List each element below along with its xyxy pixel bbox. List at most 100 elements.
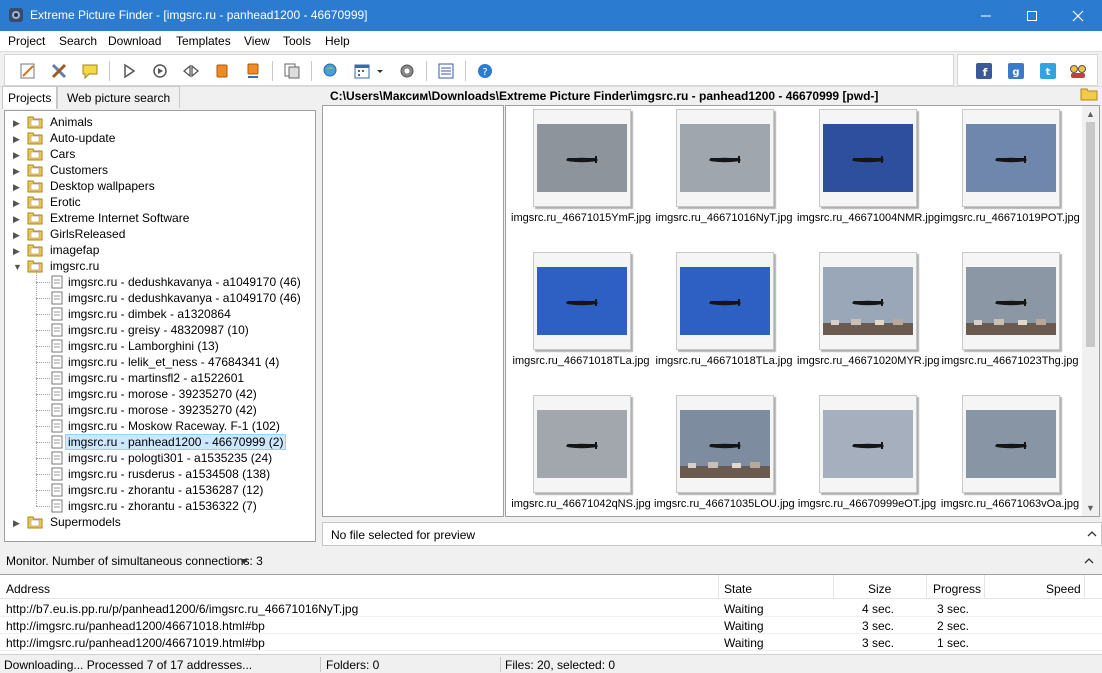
open-folder-icon[interactable] [1080,87,1098,101]
tools-icon[interactable] [49,61,69,81]
folder-list-pane[interactable] [322,105,504,517]
col-state[interactable]: State [724,582,752,596]
tree-folder[interactable]: ▶ Cars [5,146,305,162]
tree-folder[interactable]: ▶ GirlsReleased [5,226,305,242]
tree-project[interactable]: imgsrc.ru - lelik_et_ness - 47684341 (4) [5,354,305,370]
settings-icon[interactable] [397,61,417,81]
scroll-up-icon[interactable]: ▲ [1082,106,1099,122]
tree-project[interactable]: imgsrc.ru - zhorantu - a1536322 (7) [5,498,305,514]
menu-help[interactable]: Help [325,34,350,48]
download-row[interactable]: http://b7.eu.is.pp.ru/p/panhead1200/6/im… [0,600,1102,617]
close-button[interactable] [1055,0,1101,31]
web-search-icon[interactable] [321,61,341,81]
community-icon[interactable] [1069,62,1087,80]
tree-project[interactable]: imgsrc.ru - panhead1200 - 46670999 (2) [5,434,305,450]
tree-project[interactable]: imgsrc.ru - greisy - 48320987 (10) [5,322,305,338]
preview-collapse-icon[interactable] [1087,529,1097,539]
thumbnail-frame[interactable] [819,395,917,493]
expand-icon[interactable]: ▶ [13,198,20,209]
tree-folder[interactable]: ▶ Desktop wallpapers [5,178,305,194]
calendar-dropdown-icon[interactable] [375,61,385,81]
tree-project[interactable]: imgsrc.ru - rusderus - a1534508 (138) [5,466,305,482]
comment-icon[interactable] [80,61,100,81]
thumbnail-scrollbar[interactable]: ▲ ▼ [1082,106,1099,516]
menu-download[interactable]: Download [108,34,161,48]
tree-project[interactable]: imgsrc.ru - dimbek - a1320864 [5,306,305,322]
tree-folder[interactable]: ▶ imagefap [5,242,305,258]
list-icon[interactable] [436,61,456,81]
col-progress[interactable]: Progress [933,582,981,596]
calendar-icon[interactable] [352,61,372,81]
thumbnail-item[interactable]: imgsrc.ru_46671020MYR.jpg [797,252,939,392]
menu-search[interactable]: Search [59,34,97,48]
expand-icon[interactable]: ▶ [13,182,20,193]
tree-project[interactable]: imgsrc.ru - morose - 39235270 (42) [5,402,305,418]
copy-icon[interactable] [282,61,302,81]
expand-icon[interactable]: ▶ [13,246,20,257]
thumbnail-frame[interactable] [962,252,1060,350]
thumbnail-frame[interactable] [962,109,1060,207]
stop-icon[interactable] [212,61,232,81]
thumbnail-frame[interactable] [676,252,774,350]
download-row[interactable]: http://imgsrc.ru/panhead1200/46671019.ht… [0,634,1102,651]
start-icon[interactable] [119,61,139,81]
menu-project[interactable]: Project [8,34,45,48]
collapse-icon[interactable]: ▼ [13,262,22,272]
thumbnail-item[interactable]: imgsrc.ru_46671016NyT.jpg [654,109,794,249]
stop-all-icon[interactable] [243,61,263,81]
thumbnail-frame[interactable] [676,395,774,493]
tree-project[interactable]: imgsrc.ru - dedushkavanya - a1049170 (46… [5,274,305,290]
maximize-button[interactable] [1009,0,1055,31]
thumbnail-item[interactable]: imgsrc.ru_46671015YmF.jpg [511,109,651,249]
facebook-icon[interactable]: f [976,63,992,79]
tree-project[interactable]: imgsrc.ru - martinsfl2 - a1522601 [5,370,305,386]
thumbnail-item[interactable]: imgsrc.ru_46670999eOT.jpg [797,395,937,516]
thumbnail-item[interactable]: imgsrc.ru_46671042qNS.jpg [511,395,651,516]
tree-project[interactable]: imgsrc.ru - Moskow Raceway. F-1 (102) [5,418,305,434]
scrollbar-thumb[interactable] [1086,122,1095,347]
expand-icon[interactable]: ▶ [13,230,20,241]
help-icon[interactable]: ? [475,61,495,81]
tree-folder[interactable]: ▼ imgsrc.ru [5,258,305,274]
expand-icon[interactable]: ▶ [13,134,20,145]
download-row[interactable]: http://imgsrc.ru/panhead1200/46671018.ht… [0,617,1102,634]
google-icon[interactable]: g [1008,63,1024,79]
col-speed[interactable]: Speed [1046,582,1081,596]
tree-folder[interactable]: ▶ Erotic [5,194,305,210]
tab-web-picture-search[interactable]: Web picture search [57,86,181,108]
tree-folder[interactable]: ▶ Animals [5,114,305,130]
expand-icon[interactable]: ▶ [13,518,20,529]
thumbnail-item[interactable]: imgsrc.ru_46671023Thg.jpg [940,252,1080,392]
col-size[interactable]: Size [868,582,891,596]
thumbnail-item[interactable]: imgsrc.ru_46671018TLa.jpg [654,252,794,392]
tree-project[interactable]: imgsrc.ru - dedushkavanya - a1049170 (46… [5,290,305,306]
tree-project[interactable]: imgsrc.ru - morose - 39235270 (42) [5,386,305,402]
tree-folder[interactable]: ▶ Auto-update [5,130,305,146]
step-icon[interactable] [181,61,201,81]
twitter-icon[interactable]: t [1040,63,1056,79]
tree-folder[interactable]: ▶ Extreme Internet Software [5,210,305,226]
tree-project[interactable]: imgsrc.ru - pologti301 - a1535235 (24) [5,450,305,466]
thumbnail-frame[interactable] [533,109,631,207]
tree-folder[interactable]: ▶ Supermodels [5,514,305,530]
expand-icon[interactable]: ▶ [13,150,20,161]
menu-tools[interactable]: Tools [283,34,311,48]
expand-icon[interactable]: ▶ [13,118,20,129]
tree-project[interactable]: imgsrc.ru - Lamborghini (13) [5,338,305,354]
edit-project-icon[interactable] [18,61,38,81]
thumbnail-frame[interactable] [533,252,631,350]
thumbnail-item[interactable]: imgsrc.ru_46671004NMR.jpg [797,109,940,249]
menu-templates[interactable]: Templates [176,34,231,48]
col-address[interactable]: Address [6,582,50,596]
thumbnail-frame[interactable] [676,109,774,207]
thumbnail-frame[interactable] [819,252,917,350]
scroll-down-icon[interactable]: ▼ [1082,500,1099,516]
tree-project[interactable]: imgsrc.ru - zhorantu - a1536287 (12) [5,482,305,498]
thumbnail-frame[interactable] [819,109,917,207]
thumbnail-item[interactable]: imgsrc.ru_46671035LOU.jpg [654,395,795,516]
thumbnail-item[interactable]: imgsrc.ru_46671063vOa.jpg [940,395,1080,516]
expand-icon[interactable]: ▶ [13,166,20,177]
resume-icon[interactable] [150,61,170,81]
tree-folder[interactable]: ▶ Customers [5,162,305,178]
connections-dropdown-icon[interactable] [240,559,248,565]
